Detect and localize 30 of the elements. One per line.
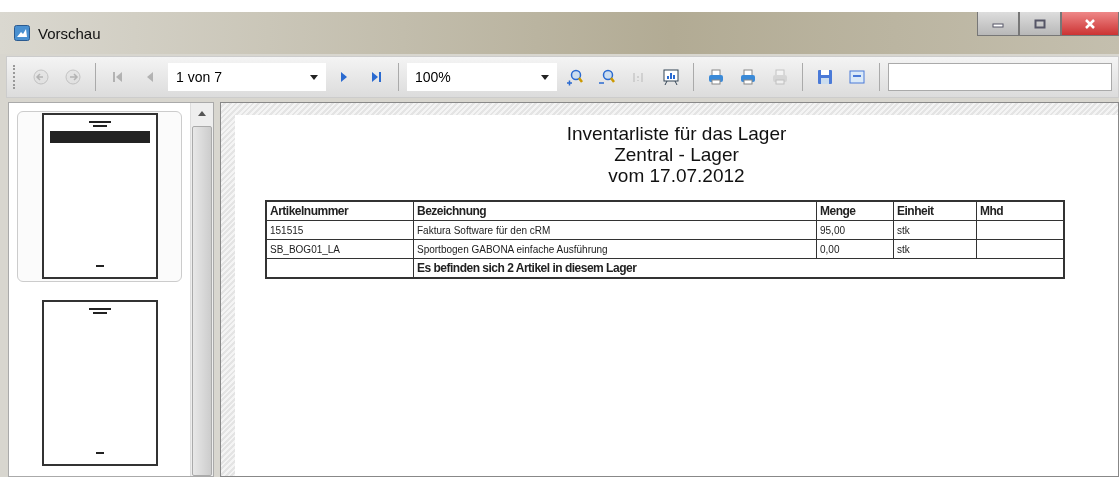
dropdown-arrow-icon (310, 74, 318, 80)
maximize-icon (1034, 18, 1046, 29)
table-cell: stk (893, 239, 977, 259)
column-header: Bezeichnung (413, 201, 817, 221)
minimize-button[interactable] (977, 12, 1019, 36)
scroll-up-icon[interactable] (198, 111, 206, 116)
table-cell: SB_BOG01_LA (266, 239, 414, 259)
report-title: vom 17.07.2012 (607, 165, 746, 186)
column-header: Einheit (893, 201, 977, 221)
table-cell: stk (893, 220, 977, 240)
column-header: Menge (816, 201, 894, 221)
report-title: Zentral - Lager (613, 144, 740, 165)
app-icon (14, 25, 30, 41)
close-button[interactable] (1061, 12, 1119, 36)
dropdown-arrow-icon (541, 74, 549, 80)
maximize-button[interactable] (1019, 12, 1061, 36)
table-cell: 0,00 (816, 239, 894, 259)
window-title: Vorschau (38, 24, 101, 42)
page-thumbnail[interactable] (17, 111, 182, 282)
scrollbar[interactable] (190, 103, 213, 476)
report-title: Inventarliste für das Lager (565, 123, 788, 144)
close-icon (1084, 18, 1096, 29)
table-cell: Faktura Software für den cRM (413, 220, 817, 240)
page-combo[interactable]: 1 von 7 (168, 63, 326, 91)
table-cell: 151515 (266, 220, 414, 240)
table-cell: Sportbogen GABONA einfache Ausführung (413, 239, 817, 259)
zoom-combo[interactable]: 100% (407, 63, 557, 91)
column-header: Artikelnummer (266, 201, 414, 221)
search-field[interactable] (888, 63, 1112, 91)
table-cell: 95,00 (816, 220, 894, 240)
